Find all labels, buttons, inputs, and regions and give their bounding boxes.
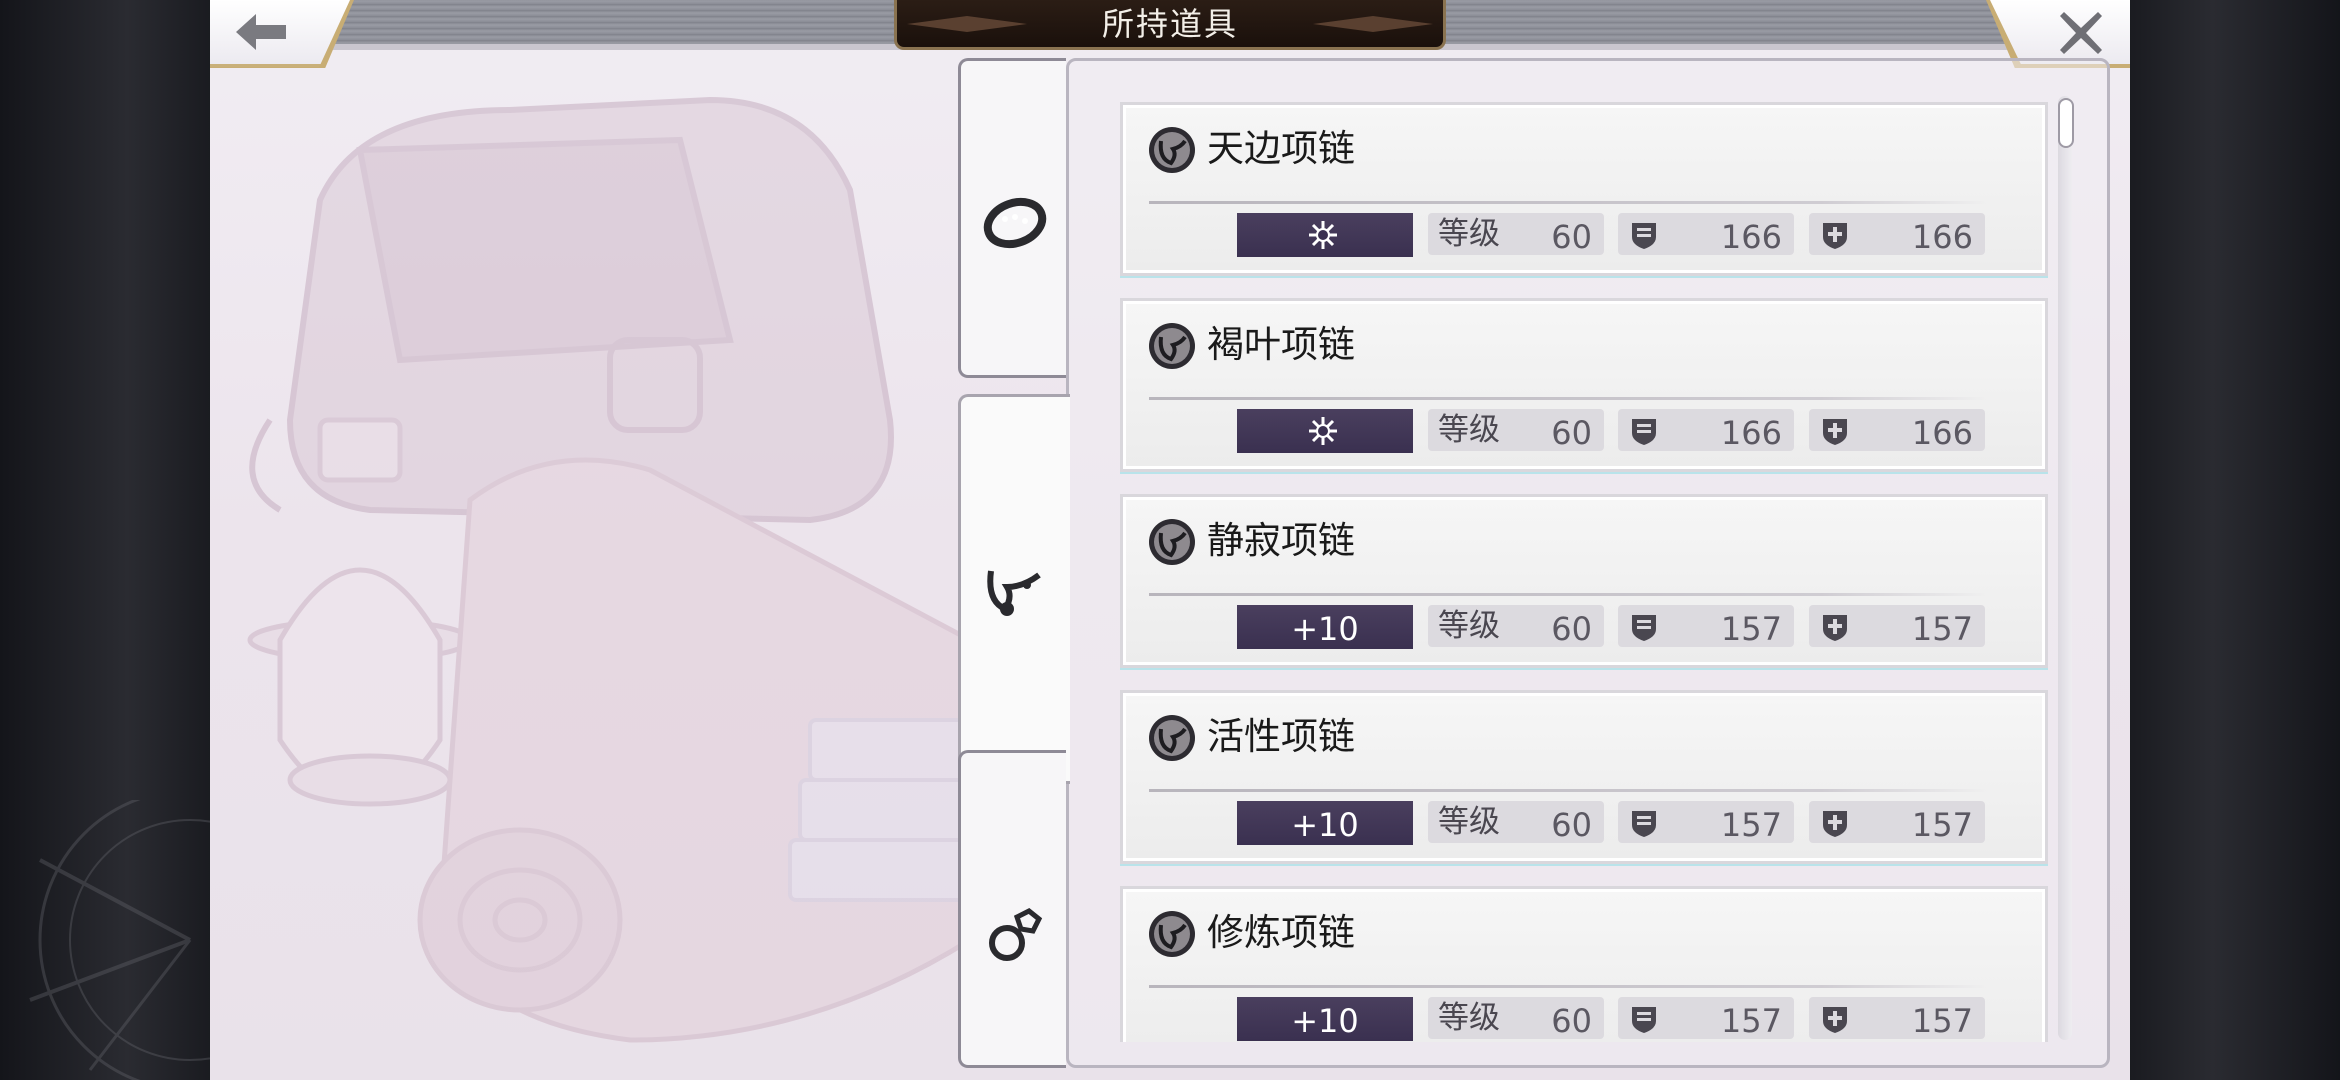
level-label: 等级 — [1438, 216, 1500, 252]
item-card[interactable]: 天边项链 等级 60 166 166 — [1120, 102, 2048, 276]
right-background — [2128, 0, 2340, 1080]
enhance-value: +10 — [1291, 806, 1359, 844]
cross-shield-icon — [1823, 223, 1847, 249]
magic-defense-value: 166 — [1911, 218, 1973, 256]
item-list: 天边项链 等级 60 166 166 褐叶项链 等级 60 166 166 静寂… — [1120, 102, 2050, 1042]
shield-icon — [1632, 223, 1656, 249]
defense-stat: 166 — [1618, 409, 1794, 452]
item-card[interactable]: 褐叶项链 等级 60 166 166 — [1120, 298, 2048, 472]
magic-defense-stat: 157 — [1809, 801, 1985, 844]
level-label: 等级 — [1438, 1000, 1500, 1036]
necklace-badge-icon — [1149, 715, 1195, 761]
shield-icon — [1632, 615, 1656, 641]
necklace-badge-icon — [1149, 323, 1195, 369]
close-x-icon — [2060, 12, 2102, 54]
necklace-badge-icon — [1149, 911, 1195, 957]
defense-stat: 157 — [1618, 801, 1794, 844]
magic-defense-stat: 157 — [1809, 997, 1985, 1040]
necklace-badge-icon — [1149, 127, 1195, 173]
divider — [1149, 789, 1989, 792]
item-name: 褐叶项链 — [1207, 323, 1355, 366]
ring-icon — [989, 908, 1043, 961]
level-value: 60 — [1551, 1002, 1592, 1040]
magic-defense-value: 157 — [1911, 806, 1973, 844]
level-label: 等级 — [1438, 412, 1500, 448]
tab-ring[interactable] — [958, 750, 1066, 1068]
bracelet-icon — [983, 197, 1047, 249]
scrollbar-thumb[interactable] — [2058, 98, 2074, 148]
defense-value: 157 — [1720, 1002, 1782, 1040]
shield-icon — [1632, 419, 1656, 445]
level-value: 60 — [1551, 610, 1592, 648]
divider — [1149, 397, 1989, 400]
item-card[interactable]: 静寂项链 +10 等级 60 157 157 — [1120, 494, 2048, 668]
defense-value: 157 — [1720, 806, 1782, 844]
level-value: 60 — [1551, 806, 1592, 844]
defense-stat: 166 — [1618, 213, 1794, 256]
magic-defense-stat: 166 — [1809, 213, 1985, 256]
background-illustration — [247, 96, 1010, 1043]
cross-shield-icon — [1823, 419, 1847, 445]
defense-stat: 157 — [1618, 605, 1794, 648]
magic-defense-value: 157 — [1911, 1002, 1973, 1040]
enhance-badge — [1237, 213, 1413, 257]
tab-necklace[interactable] — [958, 394, 1070, 784]
cross-shield-icon — [1823, 615, 1847, 641]
level-value: 60 — [1551, 414, 1592, 452]
magic-defense-value: 166 — [1911, 414, 1973, 452]
enhance-badge: +10 — [1237, 801, 1413, 845]
level-stat: 等级 60 — [1428, 997, 1604, 1040]
necklace-icon — [987, 570, 1041, 616]
enhance-value: +10 — [1291, 610, 1359, 648]
enhance-value: +10 — [1291, 1002, 1359, 1040]
category-tabs — [958, 58, 1070, 1068]
shield-icon — [1632, 1007, 1656, 1033]
magic-defense-stat: 157 — [1809, 605, 1985, 648]
cross-shield-icon — [1823, 811, 1847, 837]
defense-value: 157 — [1720, 610, 1782, 648]
clock-ornament-icon — [29, 800, 210, 1080]
main-panel: 所持道具 天边项链 等级 60 166 166 褐叶项链 等级 60 166 1… — [210, 0, 2130, 1080]
shield-icon — [1632, 811, 1656, 837]
level-stat: 等级 60 — [1428, 213, 1604, 256]
item-card[interactable]: 修炼项链 +10 等级 60 157 157 — [1120, 886, 2048, 1042]
level-stat: 等级 60 — [1428, 605, 1604, 648]
defense-stat: 157 — [1618, 997, 1794, 1040]
tab-bracelet[interactable] — [958, 58, 1066, 378]
enhance-badge — [1237, 409, 1413, 453]
magic-defense-stat: 166 — [1809, 409, 1985, 452]
left-arrow-icon — [236, 14, 286, 50]
item-card[interactable]: 活性项链 +10 等级 60 157 157 — [1120, 690, 2048, 864]
item-name: 天边项链 — [1207, 127, 1355, 170]
magic-defense-value: 157 — [1911, 610, 1973, 648]
title-plate: 所持道具 — [894, 0, 1446, 50]
defense-value: 166 — [1720, 218, 1782, 256]
left-background — [0, 0, 212, 1080]
necklace-badge-icon — [1149, 519, 1195, 565]
divider — [1149, 985, 1989, 988]
level-stat: 等级 60 — [1428, 409, 1604, 452]
defense-value: 166 — [1720, 414, 1782, 452]
cross-shield-icon — [1823, 1007, 1847, 1033]
star-burst-icon — [1309, 417, 1337, 445]
divider — [1149, 201, 1989, 204]
item-name: 修炼项链 — [1207, 911, 1355, 954]
star-burst-icon — [1309, 221, 1337, 249]
item-name: 静寂项链 — [1207, 519, 1355, 562]
item-name: 活性项链 — [1207, 715, 1355, 758]
level-label: 等级 — [1438, 804, 1500, 840]
level-label: 等级 — [1438, 608, 1500, 644]
level-stat: 等级 60 — [1428, 801, 1604, 844]
page-title: 所持道具 — [1101, 5, 1238, 43]
level-value: 60 — [1551, 218, 1592, 256]
divider — [1149, 593, 1989, 596]
scrollbar-track[interactable] — [2058, 96, 2072, 1040]
enhance-badge: +10 — [1237, 605, 1413, 649]
enhance-badge: +10 — [1237, 997, 1413, 1041]
